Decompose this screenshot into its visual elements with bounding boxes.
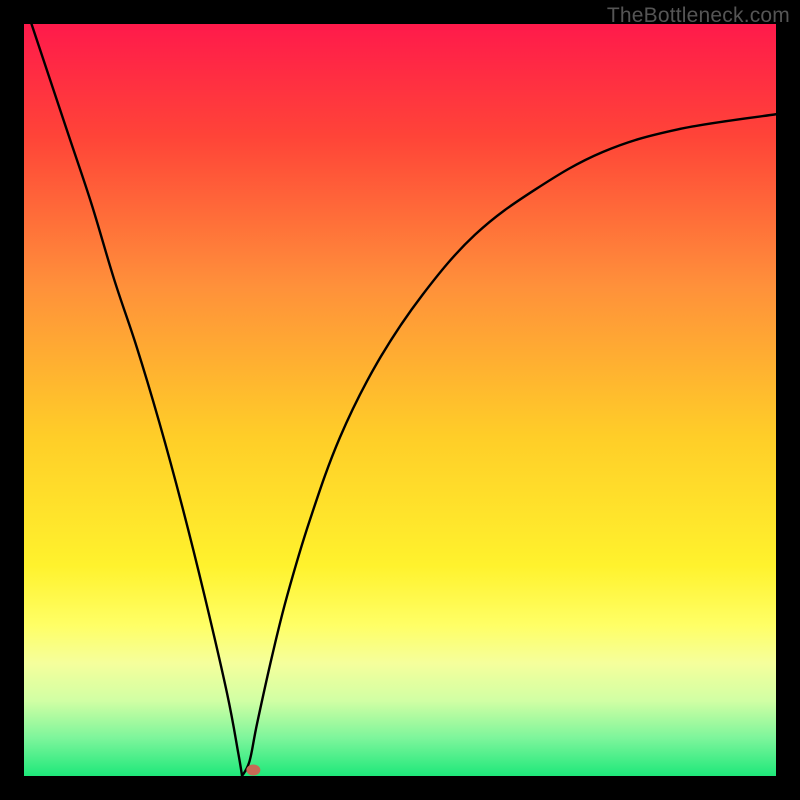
watermark-text: TheBottleneck.com bbox=[607, 4, 790, 28]
chart-container: TheBottleneck.com bbox=[0, 0, 800, 800]
plot-area bbox=[24, 24, 776, 776]
optimal-point-marker bbox=[246, 764, 260, 775]
chart-svg bbox=[24, 24, 776, 776]
gradient-background bbox=[24, 24, 776, 776]
